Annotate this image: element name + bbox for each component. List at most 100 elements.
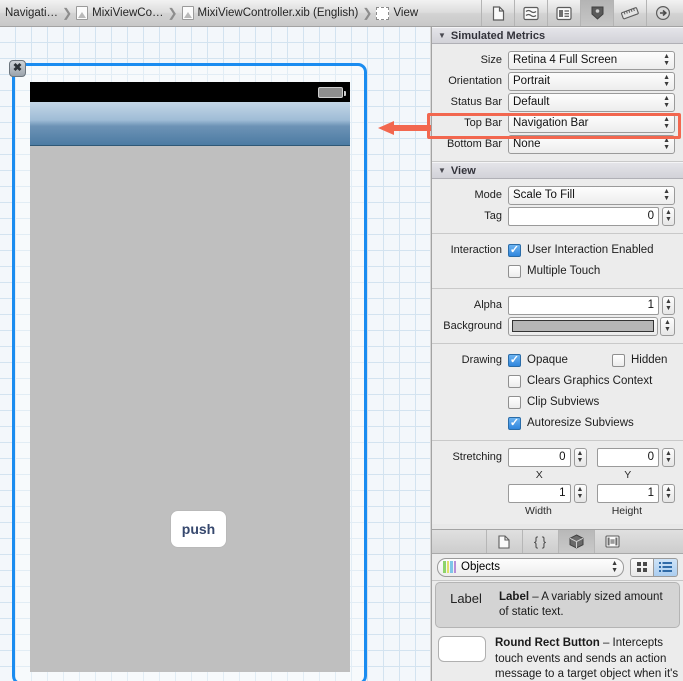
simulated-navigation-bar [30,102,350,146]
stepper-arrows-icon: ▲ ▼ [576,450,584,464]
close-icon[interactable]: ✖ [9,60,26,77]
alpha-input[interactable]: 1 [508,295,659,315]
stretch-y-stepper[interactable]: ▲ ▼ [662,447,675,467]
breadcrumb-item-project[interactable]: MixiViewCo… [73,0,166,26]
breadcrumb-label: Navigati… [5,7,59,19]
top-bar-popup[interactable]: Navigation Bar ▲ ▼ [508,113,675,133]
hidden-checkbox[interactable]: Hidden [612,353,667,367]
popup-arrows-icon: ▲ ▼ [663,116,670,130]
status-bar-popup[interactable]: Default ▲ ▼ [508,92,675,112]
tag-stepper[interactable]: ▲ ▼ [662,206,675,226]
design-canvas[interactable]: ✖ push [0,27,430,681]
attributes-inspector-icon[interactable] [580,0,613,26]
quick-help-inspector-icon[interactable] [514,0,547,26]
tag-label: Tag [484,210,502,222]
tag-input[interactable]: 0 [508,206,659,226]
checkbox-icon[interactable] [508,243,521,257]
stretch-height-input[interactable]: 1 [596,483,659,503]
simulated-screen[interactable]: push [30,82,350,672]
orientation-value: Portrait [513,75,551,87]
checkbox-icon[interactable] [508,416,521,430]
bottom-bar-label: Bottom Bar [446,138,502,150]
checkbox-icon[interactable] [508,353,521,367]
row-mode: Mode Scale To Fill ▲ ▼ [432,185,683,205]
background-color-well[interactable] [508,316,658,336]
height-sublabel: Height [611,505,643,517]
background-color-popup[interactable]: ▲ ▼ [660,316,675,336]
stepper-arrows-icon: ▲ ▼ [576,486,584,500]
multiple-touch-checkbox[interactable]: Multiple Touch [508,264,600,278]
section-title: View [450,164,476,177]
clears-graphics-checkbox[interactable]: Clears Graphics Context [508,374,652,388]
alpha-stepper[interactable]: ▲ ▼ [662,295,675,315]
size-inspector-icon[interactable] [613,0,646,26]
list-view-icon[interactable] [654,557,678,577]
library-list[interactable]: Label Label – A variably sized amount of… [432,580,683,681]
row-stretching-xy: Stretching 0 ▲ ▼ 0 ▲ ▼ [432,447,683,467]
section-header-simulated-metrics[interactable]: ▼ Simulated Metrics [432,27,683,44]
interaction-group: Interaction User Interaction Enabled Mul… [432,234,683,289]
library-item-description: Round Rect Button – Intercepts touch eve… [495,636,679,681]
media-library-icon[interactable] [593,530,630,553]
file-template-library-icon[interactable] [485,530,522,553]
checkbox-icon[interactable] [612,353,625,367]
list-item[interactable]: Round Rect Button – Intercepts touch eve… [432,629,683,681]
disclosure-triangle-icon[interactable]: ▼ [438,166,446,175]
code-snippet-library-icon[interactable]: { } [521,530,558,553]
stretching-group: Stretching 0 ▲ ▼ 0 ▲ ▼ X Y 1 ▲ ▼ 1 ▲ ▼ W… [432,441,683,524]
size-popup[interactable]: Retina 4 Full Screen ▲ ▼ [508,50,675,70]
size-label: Size [480,54,502,66]
row-size: Size Retina 4 Full Screen ▲ ▼ [432,50,683,70]
checkbox-icon[interactable] [508,264,521,278]
library-category-popup[interactable]: Objects ▲ ▼ [437,557,624,577]
breadcrumb-item-view[interactable]: View [373,0,421,26]
connections-inspector-icon[interactable] [646,0,679,26]
autoresize-label: Autoresize Subviews [527,417,634,429]
stretch-height-stepper[interactable]: ▲ ▼ [662,483,675,503]
clip-subviews-checkbox[interactable]: Clip Subviews [508,395,599,409]
identity-inspector-icon[interactable] [547,0,580,26]
selected-view-container[interactable]: ✖ push [9,60,367,681]
list-item[interactable]: Label Label – A variably sized amount of… [435,582,680,629]
object-library-icon[interactable] [557,530,594,553]
background-label: Background [443,320,502,332]
mode-value: Scale To Fill [513,189,575,201]
bottom-bar-value: None [513,138,541,150]
row-user-interaction: Interaction User Interaction Enabled [432,240,683,260]
bottom-bar-popup[interactable]: None ▲ ▼ [508,134,675,154]
push-button[interactable]: push [170,510,227,548]
stepper-arrows-icon: ▲ ▼ [665,209,672,223]
row-stretching-wh: 1 ▲ ▼ 1 ▲ ▼ [432,483,683,503]
checkbox-icon[interactable] [508,374,521,388]
breadcrumb-label: View [393,7,419,19]
breadcrumb-item-xib[interactable]: MixiViewController.xib (English) [179,0,362,26]
interaction-label: Interaction [450,244,502,256]
autoresize-subviews-checkbox[interactable]: Autoresize Subviews [508,416,634,430]
mode-popup[interactable]: Scale To Fill ▲ ▼ [508,185,675,205]
stretch-x-stepper[interactable]: ▲ ▼ [573,447,587,467]
grid-view-icon[interactable] [630,557,654,577]
file-inspector-icon[interactable] [481,0,514,26]
stretch-width-stepper[interactable]: ▲ ▼ [573,483,587,503]
stretch-y-input[interactable]: 0 [596,447,659,467]
library-pane[interactable]: { } Objects ▲ ▼ Label Label – A variably… [431,529,683,681]
user-interaction-checkbox[interactable]: User Interaction Enabled [508,243,654,257]
stretch-width-input[interactable]: 1 [508,483,571,503]
checkbox-icon[interactable] [508,395,521,409]
breadcrumb-item-navigator[interactable]: Navigati… [2,0,61,26]
orientation-popup[interactable]: Portrait ▲ ▼ [508,71,675,91]
disclosure-triangle-icon[interactable]: ▼ [438,31,446,40]
stretch-x-input[interactable]: 0 [508,447,571,467]
drawing-group: Drawing Opaque Hidden Clears Graphics Co… [432,344,683,441]
stretching-label: Stretching [452,451,502,463]
color-swatch [512,320,654,332]
popup-arrows-icon: ▲ ▼ [663,53,670,67]
label-preview: Label [450,591,482,606]
row-tag: Tag 0 ▲ ▼ [432,206,683,226]
section-header-view[interactable]: ▼ View [432,162,683,179]
user-interaction-label: User Interaction Enabled [527,244,654,256]
mode-label: Mode [474,189,502,201]
opaque-checkbox[interactable]: Opaque [508,353,612,367]
top-bar-label: Top Bar [464,117,502,129]
attributes-inspector-pane[interactable]: ▼ Simulated Metrics Size Retina 4 Full S… [431,27,683,529]
